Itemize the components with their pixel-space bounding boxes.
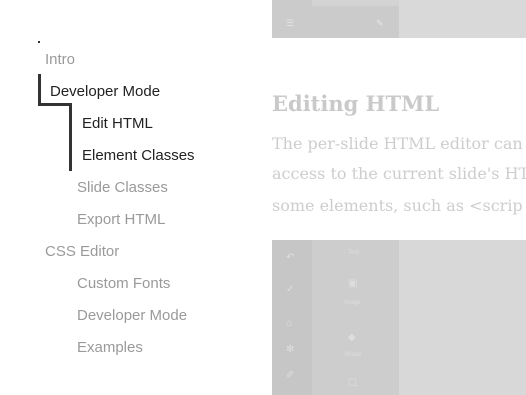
block-caption-text: Text — [348, 250, 360, 256]
screenshot-canvas — [399, 240, 526, 395]
toc-item-css-editor[interactable]: CSS Editor — [45, 242, 119, 262]
toc-marker-dot — [38, 41, 40, 43]
toc-active-rail — [38, 74, 41, 106]
paragraph-line-1: The per-slide HTML editor can — [272, 134, 523, 153]
toc-item-edit-html[interactable]: Edit HTML — [82, 114, 153, 134]
paragraph-line-3: some elements, such as <scrip — [272, 196, 523, 215]
toc-item-export-html[interactable]: Export HTML — [77, 210, 165, 230]
screenshot-image-top: ☰ ✎ — [272, 0, 526, 38]
shape-icon: ◆ — [348, 332, 356, 343]
lock-icon: ⌂ — [286, 318, 293, 329]
toc-active-rail-sub — [69, 103, 72, 171]
toc-item-developer-mode-2[interactable]: Developer Mode — [77, 306, 187, 326]
section-title: Editing HTML — [272, 91, 440, 117]
paragraph-line-2: access to the current slide's HT — [272, 164, 526, 183]
brush-icon: ✐ — [286, 370, 295, 381]
toc-item-custom-fonts[interactable]: Custom Fonts — [77, 274, 170, 294]
screenshot-image-editor: ↶ ✓ ⌂ ✻ ✐ Text ▣ Image ◆ Shape ☐ — [272, 240, 526, 395]
box-icon: ☐ — [348, 378, 357, 389]
screenshot-toolbar-top — [312, 0, 399, 6]
edit-icon: ✎ — [376, 18, 384, 28]
toc-item-slide-classes[interactable]: Slide Classes — [77, 178, 168, 198]
toc-item-element-classes[interactable]: Element Classes — [82, 146, 195, 166]
toc-item-developer-mode[interactable]: Developer Mode — [50, 82, 160, 102]
toc-item-intro[interactable]: Intro — [45, 50, 75, 70]
toc-active-rail-connector — [38, 103, 70, 106]
table-of-contents: Intro Developer Mode Edit HTML Element C… — [0, 0, 272, 395]
block-caption-shape: Shape — [344, 352, 362, 358]
block-caption-image: Image — [344, 300, 361, 306]
check-icon: ✓ — [286, 284, 295, 295]
screenshot-block-panel — [312, 240, 399, 395]
menu-icon: ☰ — [286, 18, 295, 28]
settings-icon: ✻ — [286, 344, 295, 355]
article-content: ☰ ✎ Editing HTML The per-slide HTML edit… — [272, 0, 526, 395]
image-icon: ▣ — [348, 278, 358, 289]
undo-icon: ↶ — [286, 252, 295, 263]
toc-item-examples[interactable]: Examples — [77, 338, 143, 358]
